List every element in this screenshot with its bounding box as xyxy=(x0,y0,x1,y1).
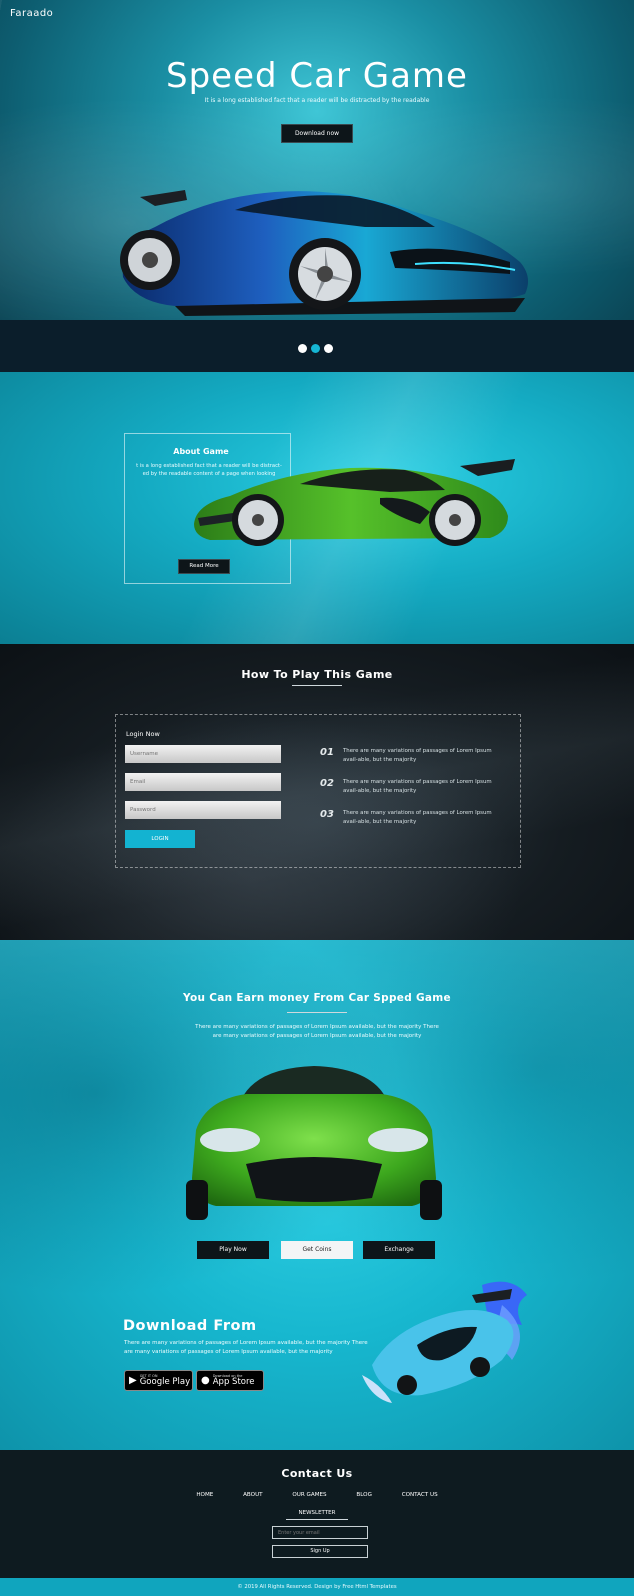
email-field[interactable] xyxy=(125,773,281,791)
copyright-bar: © 2019 All Rights Reserved. Design by Fr… xyxy=(0,1578,634,1596)
about-car-image xyxy=(194,459,515,546)
footer-nav: HOME ABOUT OUR GAMES BLOG CONTACT US xyxy=(0,1492,634,1498)
login-title: Login Now xyxy=(126,730,160,738)
google-play-button[interactable]: ▶ GET IT ON Google Play xyxy=(124,1370,193,1391)
hero-car-front-wheel xyxy=(289,238,361,310)
login-button[interactable]: LOGIN xyxy=(125,830,195,848)
contact-title: Contact Us xyxy=(281,1467,353,1480)
app-store-label: App Store xyxy=(212,1377,255,1387)
hero-subtitle: It is a long established fact that a rea… xyxy=(204,97,430,104)
username-field[interactable] xyxy=(125,745,281,763)
newsletter-underline xyxy=(286,1519,348,1520)
signup-button[interactable]: Sign Up xyxy=(272,1545,368,1558)
howto-title: How To Play This Game xyxy=(241,668,393,681)
earn-text: There are many variations of passages of… xyxy=(195,1024,439,1039)
slider-dot-3[interactable] xyxy=(324,344,333,353)
hero-car-rear-wheel xyxy=(120,230,180,290)
about-car-front-wheel xyxy=(232,494,284,546)
step-number: 03 xyxy=(320,809,334,820)
nav-about[interactable]: ABOUT xyxy=(243,1492,262,1498)
about-car-rear-wheel xyxy=(429,494,481,546)
nav-home[interactable]: HOME xyxy=(196,1492,213,1498)
read-more-button[interactable]: Read More xyxy=(178,559,230,574)
hero-section: Faraado Speed Car Game It is a long esta… xyxy=(0,0,634,372)
howto-title-underline xyxy=(292,685,342,686)
slider-dots xyxy=(298,344,333,353)
hero-title: Speed Car Game xyxy=(166,56,468,96)
app-store-button[interactable]: ● Download on the App Store xyxy=(196,1370,264,1391)
apple-icon: ● xyxy=(201,1375,210,1386)
earn-section: You Can Earn money From Car Spped Game T… xyxy=(0,940,634,1450)
exchange-button[interactable]: Exchange xyxy=(363,1241,435,1259)
earn-car-image xyxy=(186,1066,442,1220)
slider-dot-1[interactable] xyxy=(298,344,307,353)
newsletter-email-input[interactable] xyxy=(272,1526,368,1539)
step-number: 01 xyxy=(320,747,334,758)
slider-dot-2[interactable] xyxy=(311,344,320,353)
download-now-button[interactable]: Download now xyxy=(281,124,353,143)
download-text: There are many variations of passages of… xyxy=(124,1340,368,1355)
flaming-car-image xyxy=(362,1281,527,1403)
google-play-icon: ▶ xyxy=(129,1375,137,1386)
newsletter-label: NEWSLETTER xyxy=(298,1510,336,1516)
nav-blog[interactable]: BLOG xyxy=(356,1492,372,1498)
step-text: There are many variations of passages of… xyxy=(343,779,492,794)
hero-car-image xyxy=(120,190,529,316)
download-title: Download From xyxy=(123,1318,257,1334)
earn-title: You Can Earn money From Car Spped Game xyxy=(183,992,451,1004)
play-now-button[interactable]: Play Now xyxy=(197,1241,269,1259)
password-field[interactable] xyxy=(125,801,281,819)
google-play-label: Google Play xyxy=(139,1377,191,1387)
nav-our-games[interactable]: OUR GAMES xyxy=(292,1492,326,1498)
step-text: There are many variations of passages of… xyxy=(343,810,492,825)
site-logo[interactable]: Faraado xyxy=(10,8,53,19)
step-number: 02 xyxy=(320,778,334,789)
nav-contact-us[interactable]: CONTACT US xyxy=(402,1492,438,1498)
about-section: About Game t is a long established fact … xyxy=(0,372,634,644)
contact-section: Contact Us HOME ABOUT OUR GAMES BLOG CON… xyxy=(0,1450,634,1578)
get-coins-button[interactable]: Get Coins xyxy=(281,1241,353,1259)
earn-title-underline xyxy=(287,1012,347,1013)
step-text: There are many variations of passages of… xyxy=(343,748,492,763)
how-to-play-section: How To Play This Game Login Now LOGIN 01… xyxy=(0,644,634,940)
